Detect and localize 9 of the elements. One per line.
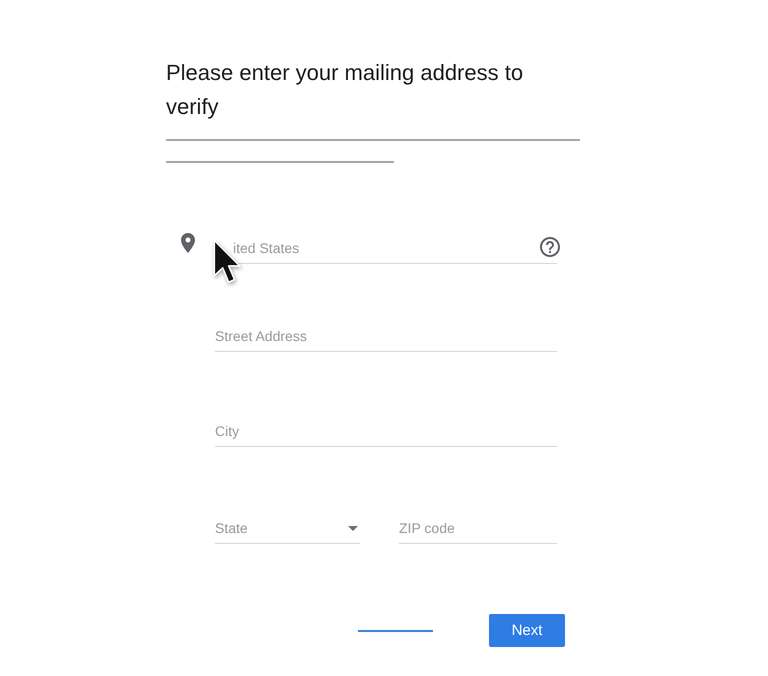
state-dropdown[interactable]: State — [215, 513, 360, 544]
text-field[interactable]: Street Address — [215, 321, 557, 352]
text-field[interactable]: City — [215, 416, 557, 447]
zip-code-field[interactable]: ZIP code — [399, 513, 557, 544]
location-pin-icon — [181, 233, 195, 253]
help-icon[interactable] — [540, 237, 560, 257]
page-heading: Please enter your mailing address to verify — [166, 59, 524, 121]
next-button[interactable]: Next — [489, 614, 565, 647]
caret-icon — [348, 526, 358, 531]
